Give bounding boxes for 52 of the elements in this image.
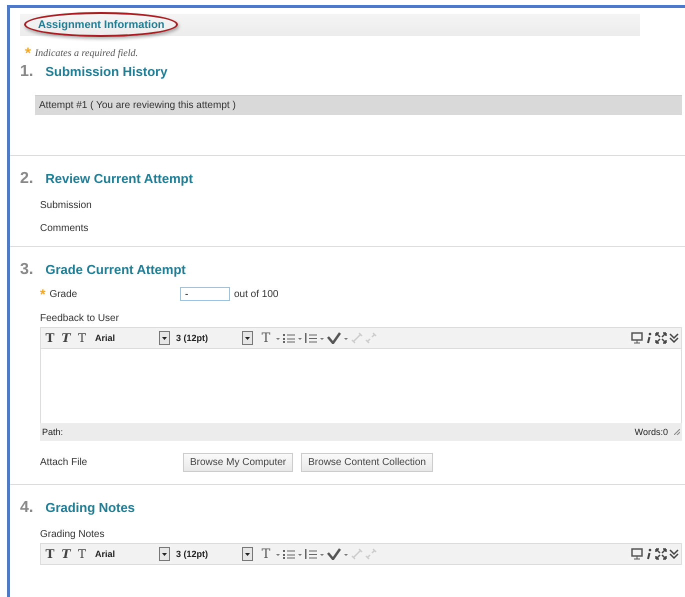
required-asterisk: *	[25, 46, 31, 61]
font-size-select[interactable]: 3 (12pt)	[172, 331, 240, 345]
browse-button[interactable]: Browse Content Collection	[301, 453, 433, 472]
field-label: Attach File	[40, 457, 88, 468]
monitor-icon[interactable]	[631, 548, 643, 560]
font-select[interactable]: Arial	[91, 331, 157, 345]
underline-button[interactable]: T	[75, 547, 89, 561]
monitor-icon[interactable]	[631, 332, 643, 344]
bullet-list-icon[interactable]	[283, 333, 295, 343]
field-label: Grading Notes	[40, 529, 106, 540]
field-label: Feedback to User	[40, 313, 120, 324]
spellcheck-icon[interactable]	[327, 548, 341, 560]
section-header-title: Assignment Information	[38, 19, 165, 31]
section-title: Submission History	[45, 64, 168, 79]
path-label: Path:	[42, 427, 64, 437]
italic-button[interactable]: T	[59, 331, 73, 345]
grade-input[interactable]: -	[180, 287, 230, 301]
grade-suffix: out of 100	[234, 288, 278, 300]
field-label: Grade	[49, 288, 78, 300]
underline-button[interactable]: T	[75, 331, 89, 345]
required-note: Indicates a required field.	[34, 48, 138, 59]
browse-button[interactable]: Browse My Computer	[183, 453, 294, 472]
section-title: Grade Current Attempt	[45, 262, 186, 277]
text-color-button[interactable]: T	[259, 546, 273, 562]
step-number: 1.	[20, 63, 34, 81]
fullscreen-icon[interactable]	[655, 548, 667, 560]
font-size-select[interactable]: 3 (12pt)	[172, 547, 240, 561]
bullet-list-icon[interactable]	[283, 549, 295, 559]
required-asterisk: *	[40, 287, 46, 301]
numbered-list-icon[interactable]	[305, 333, 317, 343]
field-label: Submission	[40, 200, 93, 211]
section-title: Grading Notes	[45, 500, 135, 515]
field-label: Comments	[40, 223, 90, 234]
italic-button[interactable]: T	[59, 547, 73, 561]
attempt-row[interactable]: Attempt #1 ( You are reviewing this attempt )	[35, 95, 682, 115]
step-number: 2.	[20, 170, 34, 188]
font-select[interactable]: Arial	[91, 547, 157, 561]
step-number: 3.	[20, 261, 34, 279]
numbered-list-icon[interactable]	[305, 549, 317, 559]
bold-button[interactable]: T	[43, 331, 57, 345]
resize-handle-icon[interactable]	[674, 429, 680, 435]
section-title: Review Current Attempt	[45, 171, 193, 186]
double-chevron-icon[interactable]	[669, 548, 679, 560]
text-color-button[interactable]: T	[259, 330, 273, 346]
double-chevron-icon[interactable]	[669, 332, 679, 344]
info-icon[interactable]	[645, 332, 653, 344]
bold-button[interactable]: T	[43, 547, 57, 561]
step-number: 4.	[20, 499, 34, 517]
info-icon[interactable]	[645, 548, 653, 560]
word-count: Words:0	[634, 427, 668, 437]
fullscreen-icon[interactable]	[655, 332, 667, 344]
spellcheck-icon[interactable]	[327, 332, 341, 344]
